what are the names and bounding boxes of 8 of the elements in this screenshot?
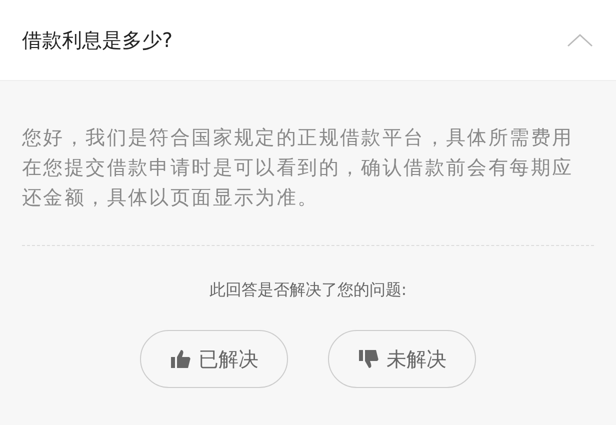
resolved-button[interactable]: 已解决 (140, 330, 288, 388)
feedback-prompt: 此回答是否解决了您的问题: (208, 280, 408, 301)
thumbs-up-icon (170, 349, 190, 369)
unresolved-button[interactable]: 未解决 (328, 330, 476, 388)
thumbs-down-icon (358, 349, 378, 369)
chevron-icon[interactable] (566, 32, 594, 48)
question-title: 借款利息是多少? (22, 26, 173, 54)
answer-text: 您好，我们是符合国家规定的正规借款平台，具体所需费用在您提交借款申请时是可以看到的，确认借款前会有每期应还金额，具体以页面显示为准。 (22, 125, 574, 211)
